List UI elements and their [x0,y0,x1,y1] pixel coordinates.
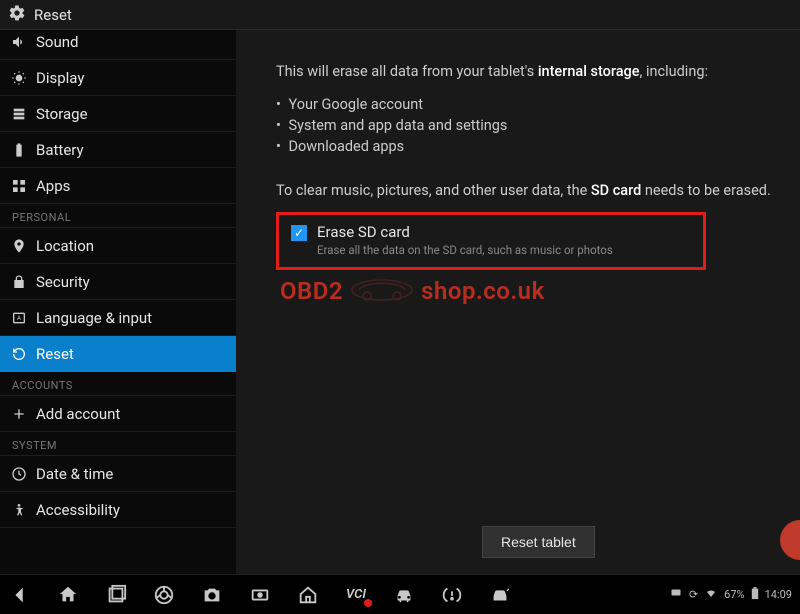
battery-icon [10,141,28,159]
sidebar-item-reset[interactable]: Reset [0,336,236,372]
plus-icon [10,405,28,423]
sidebar-item-label: Sound [36,33,78,51]
home-icon[interactable] [56,583,80,607]
reset-lead: This will erase all data from your table… [276,62,776,82]
recent-icon[interactable] [104,583,128,607]
sd-lead: To clear music, pictures, and other user… [276,181,776,201]
sidebar-item-label: Accessibility [36,501,120,519]
erase-sd-option[interactable]: ✓ Erase SD card Erase all the data on th… [276,212,706,270]
sidebar-item-label: Language & input [36,309,152,327]
reset-tablet-button[interactable]: Reset tablet [482,526,595,558]
sidebar-item-label: Battery [36,141,84,159]
service-icon[interactable] [488,583,512,607]
sidebar-item-label: Location [36,237,94,255]
sync-icon: ⟳ [689,588,698,601]
sidebar-item-storage[interactable]: Storage [0,96,236,132]
sidebar-item-date-time[interactable]: Date & time [0,456,236,492]
sidebar-item-apps[interactable]: Apps [0,168,236,204]
vci-status[interactable]: VCI [344,583,368,607]
sidebar-item-sound[interactable]: Sound [0,30,236,60]
car-icon[interactable] [392,583,416,607]
battery-status-icon [751,587,759,603]
sidebar-section-accounts: ACCOUNTS [0,372,236,396]
sidebar-item-label: Storage [36,105,88,123]
camera-icon[interactable] [200,583,224,607]
nav-bar: VCI ⟳ 67% 14:09 [0,574,800,614]
accessibility-icon [10,501,28,519]
lock-icon [10,273,28,291]
sidebar-item-label: Date & time [36,465,113,483]
sidebar-item-label: Security [36,273,90,291]
sidebar-section-personal: PERSONAL [0,204,236,228]
status-bar: ⟳ 67% 14:09 [669,587,792,603]
erase-sd-title: Erase SD card [317,223,613,241]
sidebar-item-add-account[interactable]: Add account [0,396,236,432]
svg-text:A: A [17,315,21,322]
bullet-item: System and app data and settings [276,115,776,136]
storage-icon [10,105,28,123]
clock-icon [10,465,28,483]
gear-icon [8,4,26,26]
location-icon [10,237,28,255]
reset-content: This will erase all data from your table… [236,30,800,574]
sidebar-item-battery[interactable]: Battery [0,132,236,168]
reset-bullets: Your Google account System and app data … [276,94,776,157]
sidebar-section-system: SYSTEM [0,432,236,456]
brightness-icon[interactable] [248,583,272,607]
message-icon [669,587,683,602]
display-icon [10,69,28,87]
sidebar-item-display[interactable]: Display [0,60,236,96]
bullet-item: Your Google account [276,94,776,115]
tpms-icon[interactable] [440,583,464,607]
chrome-icon[interactable] [152,583,176,607]
sidebar-item-label: Reset [36,345,74,363]
sidebar-item-language[interactable]: A Language & input [0,300,236,336]
app-home-icon[interactable] [296,583,320,607]
erase-sd-subtitle: Erase all the data on the SD card, such … [317,243,613,257]
sidebar-item-label: Apps [36,177,70,195]
app-header: Reset [0,0,800,30]
erase-sd-checkbox[interactable]: ✓ [291,225,307,241]
apps-icon [10,177,28,195]
sidebar-item-accessibility[interactable]: Accessibility [0,492,236,528]
sidebar-item-label: Add account [36,405,120,423]
back-icon[interactable] [8,583,32,607]
wifi-icon [704,587,718,602]
sidebar-item-security[interactable]: Security [0,264,236,300]
reset-icon [10,345,28,363]
language-icon: A [10,309,28,327]
page-title: Reset [34,6,72,24]
sound-icon [10,33,28,51]
clock-time: 14:09 [765,588,792,601]
settings-sidebar[interactable]: Sound Display Storage Battery Apps PERSO… [0,30,236,574]
battery-percent: 67% [724,588,744,601]
sidebar-item-location[interactable]: Location [0,228,236,264]
sidebar-item-label: Display [36,69,84,87]
bullet-item: Downloaded apps [276,136,776,157]
